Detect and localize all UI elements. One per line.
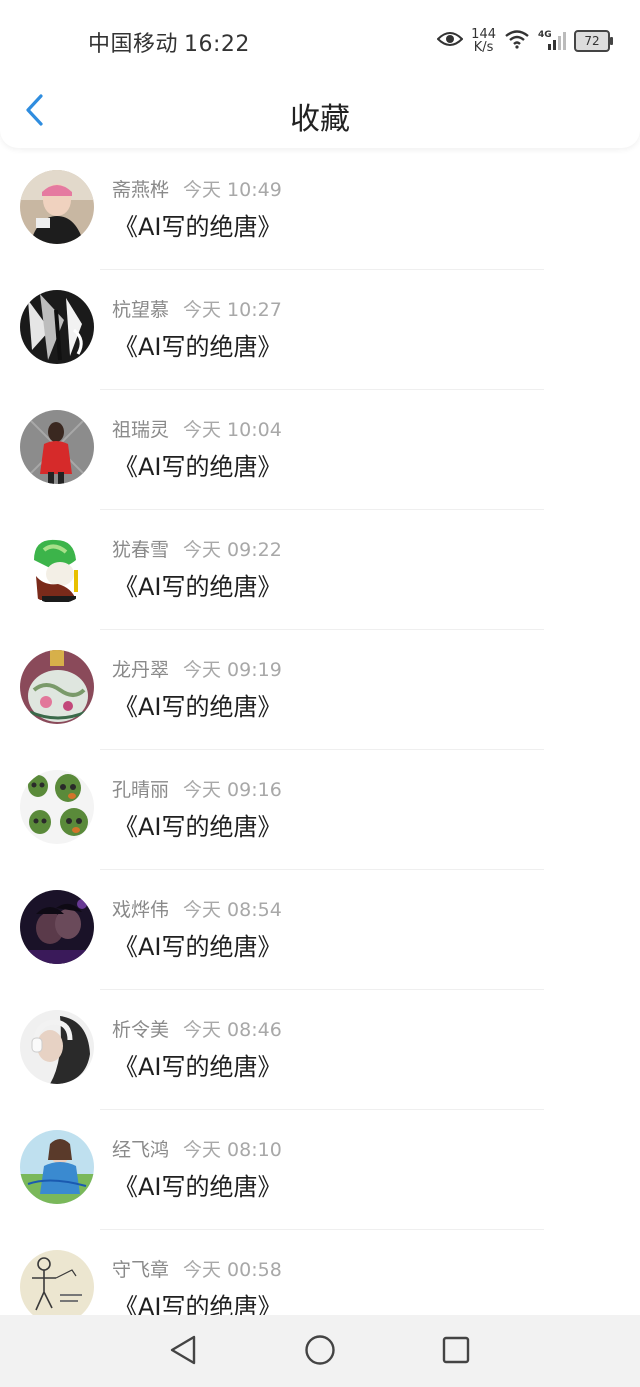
user-name: 戏烨伟	[112, 899, 170, 921]
user-name: 斋燕桦	[112, 179, 170, 201]
user-name: 守飞章	[112, 1259, 170, 1281]
timestamp: 今天 09:19	[183, 659, 282, 681]
list-item[interactable]: 孔晴丽 今天 09:16 《AI写的绝唐》	[0, 750, 640, 870]
list-item[interactable]: 祖瑞灵 今天 10:04 《AI写的绝唐》	[0, 390, 640, 510]
battery-level: 72	[584, 34, 600, 48]
avatar[interactable]	[20, 1010, 94, 1084]
status-bar: 中国移动 16:22 144 K/s 4G 72	[0, 0, 640, 80]
circle-home-icon	[304, 1334, 336, 1370]
avatar[interactable]	[20, 650, 94, 724]
avatar[interactable]	[20, 530, 94, 604]
status-icons: 144 K/s 4G 72	[436, 24, 613, 58]
favorite-title: 《AI写的绝唐》	[114, 693, 282, 721]
item-meta: 斋燕桦 今天 10:49	[112, 175, 282, 202]
user-name: 龙丹翠	[112, 659, 170, 681]
nav-bar: 收藏	[0, 80, 640, 146]
favorite-title: 《AI写的绝唐》	[114, 933, 282, 961]
favorite-title: 《AI写的绝唐》	[114, 573, 282, 601]
avatar[interactable]	[20, 770, 94, 844]
carrier-name: 中国移动	[88, 32, 179, 57]
item-meta: 祖瑞灵 今天 10:04	[112, 415, 282, 442]
user-name: 杭望慕	[112, 299, 170, 321]
status-carrier-time: 中国移动 16:22	[88, 26, 250, 58]
timestamp: 今天 09:22	[183, 539, 282, 561]
user-name: 祖瑞灵	[112, 419, 170, 441]
recents-nav-button[interactable]	[439, 1335, 473, 1369]
timestamp: 今天 10:49	[183, 179, 282, 201]
timestamp: 今天 08:54	[183, 899, 282, 921]
favorites-list: 斋燕桦 今天 10:49 《AI写的绝唐》 杭望慕 今天 10:27 《AI写的绝唐…	[0, 150, 640, 1350]
list-item[interactable]: 杭望慕 今天 10:27 《AI写的绝唐》	[0, 270, 640, 390]
item-meta: 守飞章 今天 00:58	[112, 1255, 282, 1282]
list-item[interactable]: 戏烨伟 今天 08:54 《AI写的绝唐》	[0, 870, 640, 990]
item-meta: 孔晴丽 今天 09:16	[112, 775, 282, 802]
item-meta: 杭望慕 今天 10:27	[112, 295, 282, 322]
back-nav-button[interactable]	[166, 1335, 200, 1369]
item-meta: 经飞鸿 今天 08:10	[112, 1135, 282, 1162]
avatar[interactable]	[20, 1250, 94, 1324]
user-name: 析令美	[112, 1019, 170, 1041]
favorite-title: 《AI写的绝唐》	[114, 453, 282, 481]
favorite-title: 《AI写的绝唐》	[114, 213, 282, 241]
user-name: 犹春雪	[112, 539, 170, 561]
battery-icon: 72	[574, 30, 613, 52]
network-speed: 144 K/s	[471, 28, 496, 54]
item-meta: 龙丹翠 今天 09:19	[112, 655, 282, 682]
item-meta: 犹春雪 今天 09:22	[112, 535, 282, 562]
triangle-back-icon	[168, 1334, 198, 1370]
avatar[interactable]	[20, 890, 94, 964]
list-item[interactable]: 犹春雪 今天 09:22 《AI写的绝唐》	[0, 510, 640, 630]
timestamp: 今天 09:16	[183, 779, 282, 801]
user-name: 孔晴丽	[112, 779, 170, 801]
avatar[interactable]	[20, 410, 94, 484]
favorite-title: 《AI写的绝唐》	[114, 813, 282, 841]
item-meta: 析令美 今天 08:46	[112, 1015, 282, 1042]
list-item[interactable]: 龙丹翠 今天 09:19 《AI写的绝唐》	[0, 630, 640, 750]
item-meta: 戏烨伟 今天 08:54	[112, 895, 282, 922]
page-title: 收藏	[290, 102, 350, 137]
status-clock: 16:22	[184, 32, 250, 57]
timestamp: 今天 10:04	[183, 419, 282, 441]
app-header: 中国移动 16:22 144 K/s 4G 72 收藏	[0, 0, 640, 148]
timestamp: 今天 08:46	[183, 1019, 282, 1041]
list-item[interactable]: 析令美 今天 08:46 《AI写的绝唐》	[0, 990, 640, 1110]
user-name: 经飞鸿	[112, 1139, 170, 1161]
avatar[interactable]	[20, 170, 94, 244]
home-nav-button[interactable]	[303, 1335, 337, 1369]
avatar[interactable]	[20, 290, 94, 364]
favorite-title: 《AI写的绝唐》	[114, 333, 282, 361]
signal-icon: 4G	[538, 30, 566, 52]
timestamp: 今天 08:10	[183, 1139, 282, 1161]
favorite-title: 《AI写的绝唐》	[114, 1173, 282, 1201]
timestamp: 今天 10:27	[183, 299, 282, 321]
list-item[interactable]: 经飞鸿 今天 08:10 《AI写的绝唐》	[0, 1110, 640, 1230]
avatar[interactable]	[20, 1130, 94, 1204]
wifi-icon	[504, 29, 530, 53]
network-speed-unit: K/s	[473, 40, 494, 55]
list-item[interactable]: 斋燕桦 今天 10:49 《AI写的绝唐》	[0, 150, 640, 270]
timestamp: 今天 00:58	[183, 1259, 282, 1281]
system-nav-bar	[0, 1315, 640, 1387]
favorite-title: 《AI写的绝唐》	[114, 1053, 282, 1081]
square-recents-icon	[441, 1335, 471, 1369]
eye-icon	[436, 30, 464, 52]
